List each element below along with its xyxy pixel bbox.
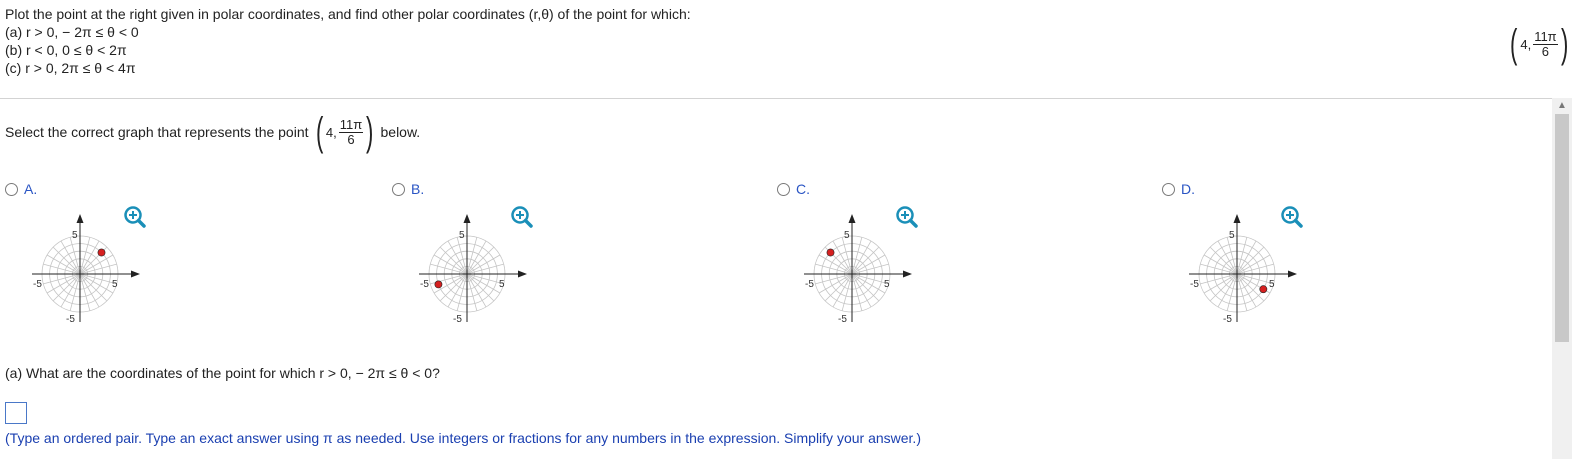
option-label: A. [24,181,38,197]
tick-label-y-neg: -5 [66,314,75,325]
option-c[interactable]: C. [777,181,810,197]
option-radio[interactable] [5,182,18,196]
plotted-point [97,248,106,257]
given-point-top: ( 4, 11π 6 ) [1509,22,1568,66]
option-a[interactable]: A. [5,181,37,197]
tick-label-y-pos: 5 [72,230,78,241]
tick-label-x-neg: -5 [33,279,42,290]
tick-label-y-neg: -5 [838,314,847,325]
tick-label-x-pos: 5 [499,279,505,290]
tick-label-x-pos: 5 [112,279,118,290]
option-radio[interactable] [777,182,790,196]
sub-question: (a) What are the coordinates of the poin… [5,365,440,381]
tick-label-x-pos: 5 [884,279,890,290]
tick-label-x-neg: -5 [1190,279,1199,290]
question-part-a: (a) r > 0, − 2π ≤ θ < 0 [5,24,139,40]
plotted-point [434,280,443,289]
answer-input[interactable] [5,402,27,424]
select-instruction: Select the correct graph that represents… [5,110,421,154]
scroll-thumb[interactable] [1555,114,1569,342]
theta-fraction: 11π 6 [1533,28,1558,59]
polar-graph: 5 -5 5 -5 [1172,209,1302,339]
question-part-b: (b) r < 0, 0 ≤ θ < 2π [5,42,127,58]
tick-label-y-pos: 5 [1229,230,1235,241]
section-divider [0,98,1552,99]
tick-label-y-neg: -5 [1223,314,1232,325]
scroll-up-icon[interactable]: ▲ [1556,100,1568,112]
answer-hint: (Type an ordered pair. Type an exact ans… [5,430,921,446]
select-theta-fraction: 11π 6 [338,116,364,147]
tick-label-y-neg: -5 [453,314,462,325]
question-part-c: (c) r > 0, 2π ≤ θ < 4π [5,60,136,76]
tick-label-y-pos: 5 [844,230,850,241]
polar-graph: 5 -5 5 -5 [15,209,145,339]
vertical-scrollbar[interactable]: ▲ [1552,98,1572,459]
tick-label-x-neg: -5 [420,279,429,290]
option-b[interactable]: B. [392,181,424,197]
tick-label-x-pos: 5 [1269,279,1275,290]
option-radio[interactable] [1162,182,1175,196]
plotted-point [826,248,835,257]
option-label: C. [796,181,810,197]
question-prompt: Plot the point at the right given in pol… [5,6,691,22]
option-label: B. [411,181,425,197]
tick-label-y-pos: 5 [459,230,465,241]
option-label: D. [1181,181,1195,197]
option-d[interactable]: D. [1162,181,1195,197]
tick-label-x-neg: -5 [805,279,814,290]
polar-graph: 5 -5 5 -5 [402,209,532,339]
option-radio[interactable] [392,182,405,196]
plotted-point [1259,285,1268,294]
polar-graph: 5 -5 5 -5 [787,209,917,339]
